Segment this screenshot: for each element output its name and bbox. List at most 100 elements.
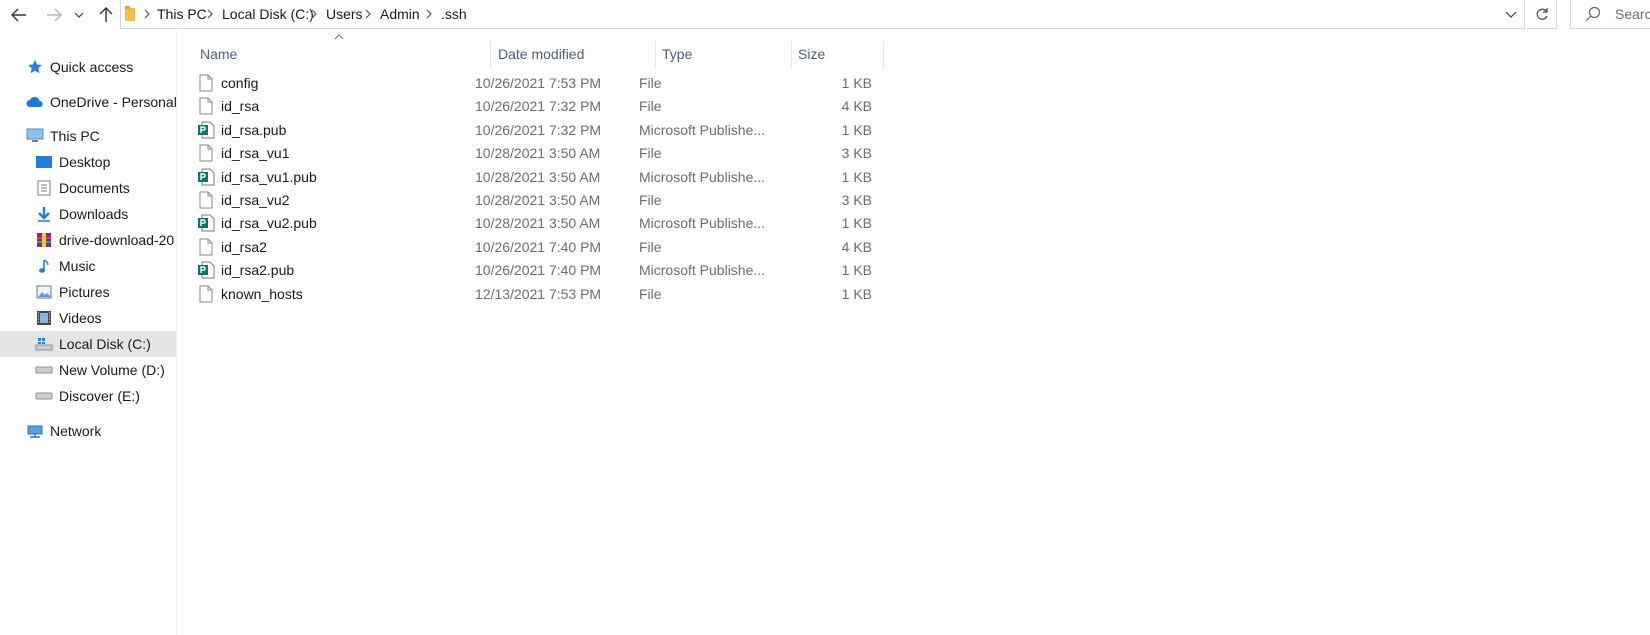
- sidebar-item-documents[interactable]: Documents: [0, 175, 176, 201]
- chevron-right-icon: [144, 9, 150, 19]
- column-header-label: Type: [662, 46, 693, 62]
- publisher-file-icon: [197, 213, 215, 233]
- breadcrumb-users[interactable]: Users: [326, 6, 363, 22]
- file-name-cell[interactable]: id_rsa_vu1.pub: [197, 165, 472, 189]
- cloud-icon: [26, 93, 44, 111]
- file-name: id_rsa2: [221, 238, 267, 255]
- file-size-cell: 1 KB: [841, 168, 872, 185]
- file-type-cell: Microsoft Publishe...: [639, 121, 766, 138]
- file-name-cell[interactable]: id_rsa2: [197, 235, 472, 259]
- column-header-size[interactable]: Size: [798, 41, 868, 67]
- column-divider[interactable]: [490, 41, 491, 69]
- date-modified-cell: 10/26/2021 7:32 PM: [475, 98, 602, 115]
- sidebar-item-new-volume-d[interactable]: New Volume (D:): [0, 357, 176, 383]
- file-name-cell[interactable]: id_rsa_vu2: [197, 188, 472, 212]
- file-type-cell: Microsoft Publishe...: [639, 262, 766, 279]
- column-header-label: Size: [798, 46, 826, 62]
- sidebar-item-onedrive[interactable]: OneDrive - Personal: [0, 89, 176, 115]
- breadcrumb-local-disk[interactable]: Local Disk (C:): [222, 6, 314, 22]
- file-name: id_rsa_vu1.pub: [221, 168, 317, 185]
- date-modified-cell: 10/28/2021 3:50 AM: [475, 168, 601, 185]
- up-button[interactable]: [95, 4, 117, 26]
- column-header-type[interactable]: Type: [662, 41, 782, 67]
- address-history-button[interactable]: [1498, 0, 1524, 28]
- file-size-cell: 3 KB: [841, 145, 872, 162]
- file-size-cell: 1 KB: [841, 285, 872, 302]
- file-name: id_rsa_vu2.pub: [221, 215, 317, 232]
- file-row[interactable]: known_hosts 12/13/2021 7:53 PM File 1 KB: [197, 282, 1062, 306]
- chevron-right-icon: [365, 9, 371, 19]
- column-header-date-modified[interactable]: Date modified: [498, 41, 648, 67]
- file-row[interactable]: id_rsa.pub 10/26/2021 7:32 PM Microsoft Pu…: [197, 118, 1062, 142]
- sidebar-item-discover-e[interactable]: Discover (E:): [0, 383, 176, 409]
- refresh-icon: [1536, 8, 1548, 20]
- file-name: config: [221, 75, 259, 91]
- windows-drive-icon: [35, 335, 53, 353]
- file-type-cell: File: [639, 98, 662, 115]
- refresh-button[interactable]: [1527, 0, 1557, 29]
- file-name-cell[interactable]: id_rsa_vu2.pub: [197, 211, 472, 235]
- file-size-cell: 1 KB: [841, 215, 872, 232]
- sidebar-item-music[interactable]: Music: [0, 253, 176, 279]
- sidebar-item-label: Quick access: [50, 59, 134, 75]
- computer-icon: [26, 127, 44, 145]
- sidebar-item-this-pc[interactable]: This PC: [0, 123, 176, 149]
- sidebar-item-drive-download[interactable]: drive-download-20211: [0, 227, 176, 253]
- column-divider[interactable]: [655, 41, 656, 69]
- forward-button[interactable]: [43, 4, 65, 26]
- arrow-left-icon: [11, 8, 26, 22]
- sidebar-item-quick-access[interactable]: Quick access: [0, 54, 176, 80]
- chevron-down-icon: [1505, 11, 1517, 18]
- sidebar-item-local-disk-c[interactable]: Local Disk (C:): [0, 331, 176, 357]
- file-size-cell: 1 KB: [841, 75, 872, 91]
- file-type-cell: File: [639, 192, 662, 208]
- recent-locations-button[interactable]: [72, 4, 86, 26]
- sidebar-item-downloads[interactable]: Downloads: [0, 201, 176, 227]
- file-name-cell[interactable]: known_hosts: [197, 282, 472, 306]
- back-button[interactable]: [8, 4, 30, 26]
- file-row[interactable]: id_rsa_vu2 10/28/2021 3:50 AM File 3 KB: [197, 188, 1062, 212]
- file-row[interactable]: id_rsa_vu1 10/28/2021 3:50 AM File 3 KB: [197, 141, 1062, 165]
- sidebar-item-network[interactable]: Network: [0, 418, 176, 444]
- column-divider[interactable]: [883, 41, 884, 69]
- sidebar-item-desktop[interactable]: Desktop: [0, 149, 176, 175]
- file-name: id_rsa: [221, 98, 260, 115]
- column-header-name[interactable]: Name: [200, 41, 470, 67]
- documents-folder-icon: [35, 179, 53, 197]
- file-row[interactable]: id_rsa2.pub 10/26/2021 7:40 PM Microsoft P…: [197, 258, 1062, 282]
- breadcrumb-ssh[interactable]: .ssh: [441, 6, 467, 22]
- breadcrumb-admin[interactable]: Admin: [380, 6, 420, 22]
- file-name-cell[interactable]: id_rsa2.pub: [197, 258, 472, 282]
- file-row[interactable]: id_rsa 10/26/2021 7:32 PM File 4 KB: [197, 94, 1062, 118]
- file-row[interactable]: id_rsa2 10/26/2021 7:40 PM File 4 KB: [197, 235, 1062, 259]
- blank-file-icon: [197, 284, 215, 304]
- sidebar-item-pictures[interactable]: Pictures: [0, 279, 176, 305]
- blank-file-icon: [197, 96, 215, 116]
- date-modified-cell: 10/26/2021 7:40 PM: [475, 238, 602, 255]
- arrow-up-icon: [99, 7, 113, 22]
- file-row[interactable]: id_rsa_vu2.pub 10/28/2021 3:50 AM Microsof…: [197, 211, 1062, 235]
- sidebar-item-videos[interactable]: Videos: [0, 305, 176, 331]
- file-name-cell[interactable]: id_rsa.pub: [197, 118, 472, 142]
- file-row[interactable]: config 10/26/2021 7:53 PM File 1 KB: [197, 71, 1062, 95]
- music-note-icon: [35, 257, 53, 275]
- sidebar-item-label: This PC: [50, 128, 100, 144]
- sidebar-item-label: Documents: [59, 180, 130, 196]
- breadcrumb-this-pc[interactable]: This PC: [157, 6, 207, 22]
- file-row[interactable]: id_rsa_vu1.pub 10/28/2021 3:50 AM Microsof…: [197, 165, 1062, 189]
- publisher-file-icon: [197, 120, 215, 140]
- chevron-right-icon: [207, 9, 213, 19]
- search-box[interactable]: Search: [1570, 0, 1650, 29]
- date-modified-cell: 10/26/2021 7:40 PM: [475, 262, 602, 279]
- address-bar[interactable]: This PC Local Disk (C:) Users Admin .ssh: [120, 0, 1525, 29]
- column-divider[interactable]: [791, 41, 792, 69]
- sidebar-item-label: Local Disk (C:): [59, 336, 151, 352]
- file-name-cell[interactable]: id_rsa_vu1: [197, 141, 472, 165]
- file-name-cell[interactable]: config: [197, 71, 472, 95]
- file-size-cell: 1 KB: [841, 121, 872, 138]
- file-size-cell: 3 KB: [841, 192, 872, 208]
- file-name-cell[interactable]: id_rsa: [197, 94, 472, 118]
- column-header-label: Date modified: [498, 46, 585, 62]
- drive-icon: [35, 361, 53, 379]
- publisher-file-icon: [197, 260, 215, 280]
